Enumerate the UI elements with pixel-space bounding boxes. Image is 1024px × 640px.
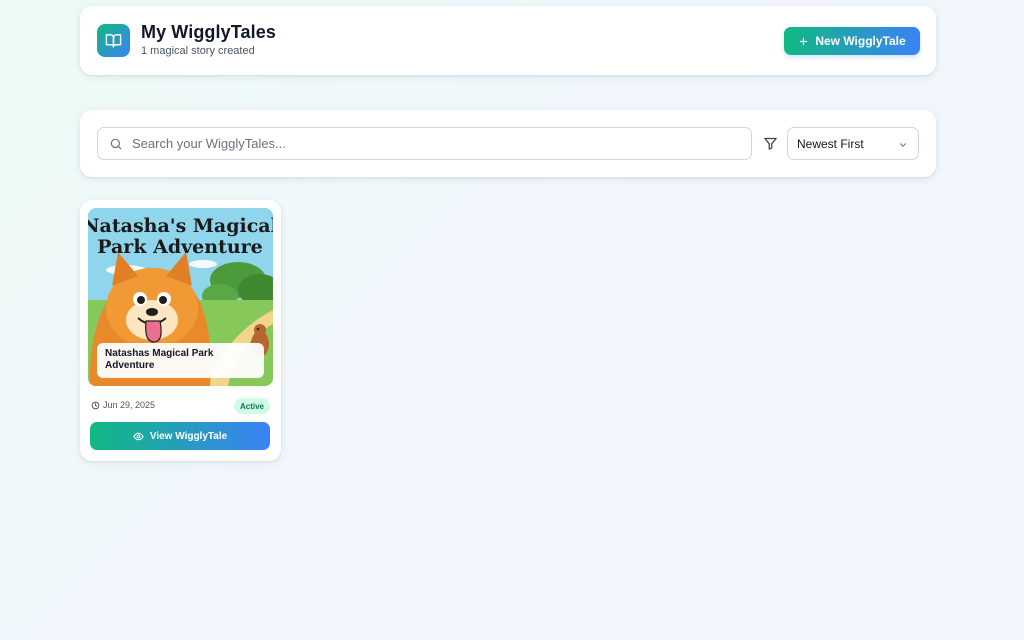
search-icon <box>110 138 122 150</box>
search-field[interactable] <box>97 127 752 160</box>
story-card[interactable]: Natasha's Magical Park Adventure Natasha… <box>80 200 281 461</box>
new-button-label: New WigglyTale <box>815 34 906 48</box>
story-date: Jun 29, 2025 <box>91 400 155 410</box>
story-date-text: Jun 29, 2025 <box>103 400 156 410</box>
status-badge: Active <box>234 398 270 414</box>
story-title: Natashas Magical Park Adventure <box>97 343 264 378</box>
view-wiggly-tale-button[interactable]: View WigglyTale <box>90 422 270 450</box>
header-card: My WigglyTales 1 magical story created N… <box>80 6 936 75</box>
eye-icon <box>133 432 144 440</box>
view-button-label: View WigglyTale <box>149 430 228 442</box>
cover-title-line-2: Park Adventure <box>97 236 263 258</box>
search-toolbar: Newest First <box>80 110 936 177</box>
plus-icon <box>800 37 808 45</box>
chevron-down-icon <box>899 143 907 147</box>
sort-selected-value: Newest First <box>797 137 864 151</box>
story-count: 1 magical story created <box>141 45 255 57</box>
story-cover-image[interactable]: Natasha's Magical Park Adventure Natasha… <box>88 208 273 386</box>
filter-icon[interactable] <box>763 136 778 151</box>
search-input[interactable] <box>132 128 742 159</box>
new-wiggly-tale-button[interactable]: New WigglyTale <box>784 27 920 55</box>
sort-dropdown[interactable]: Newest First <box>787 127 919 160</box>
cover-title-line-1: Natasha's Magical <box>88 215 273 237</box>
page-title: My WigglyTales <box>141 22 276 42</box>
book-open-icon <box>97 24 130 57</box>
clock-icon <box>91 401 100 409</box>
